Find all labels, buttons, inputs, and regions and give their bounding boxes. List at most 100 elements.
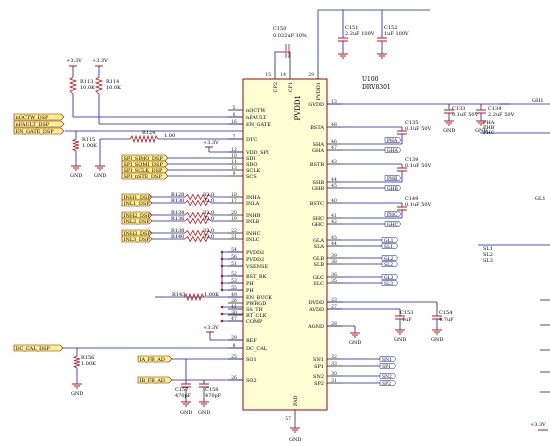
netlabel-inl3-dsp[interactable]: INL3_DSP — [121, 235, 153, 243]
far-right-gl1: GL1 — [535, 196, 546, 202]
c154-value: 4.7uF — [439, 317, 454, 323]
pin-left-num-12: 19 — [231, 216, 237, 222]
net-sl2-text: SL2 — [384, 262, 393, 268]
c149-value: 0.1uF 50V — [405, 202, 432, 208]
gnd-r156-label: GND — [71, 391, 83, 397]
pin-left-num-13: 22 — [231, 228, 237, 234]
pin-bottom-num-0: 57 — [285, 416, 291, 422]
r-pwm-1-ref: R130 — [171, 198, 184, 204]
c154-ref: C154 — [439, 310, 452, 316]
pin-right-num-13: 38 — [331, 259, 337, 265]
gnd-agnd-label: GND — [349, 340, 361, 346]
pin-left-name-10: INLA — [246, 201, 260, 207]
pin-top-num-2: 29 — [308, 72, 314, 78]
schematic-canvas: PVDD1 U100 DRV8301 5 nOCTW6 nFAULT16 EN_GAT… — [0, 0, 550, 446]
net-gl2-text: GL2 — [384, 256, 394, 262]
r143-ref: R143 — [172, 292, 185, 298]
pin-right-num-5: 44 — [331, 177, 337, 183]
pin-left-name-20: PH — [246, 288, 254, 294]
pin-right-name-13: SLB — [314, 262, 325, 268]
pin-left-name-14: INLC — [246, 237, 260, 243]
pin-right-num-22: 31 — [331, 378, 337, 384]
pin-left-name-0: nOCTW — [246, 108, 266, 114]
pin-left-num-11: 20 — [231, 210, 237, 216]
pin-left-name-27: DC_CAL — [246, 346, 268, 352]
vcc-r113-label: +3.3V — [66, 58, 82, 64]
pin-top-name-0: CP2 — [273, 82, 279, 92]
pin-left-num-8: 9 — [233, 171, 236, 177]
gnd-c158-label: GND — [198, 410, 210, 416]
net-ghb-text: GHB — [387, 186, 399, 192]
r115-value: 1.00K — [82, 143, 97, 149]
pin-right-name-15: SLC — [313, 281, 324, 287]
netlabel-dc-cal-dsp[interactable]: DC_CAL_DSP — [13, 344, 64, 352]
netlabel-nfault-dsp-text: nFAULT_DSP — [16, 122, 50, 128]
netlabel-noctw-dsp-text: nOCTW_DSP — [16, 115, 50, 121]
pin-right-name-6: GHB — [312, 186, 324, 192]
pin-right-name-1: BSTA — [310, 125, 324, 131]
pin-right-num-19: 32 — [331, 354, 337, 360]
c153-ref: C153 — [400, 310, 413, 316]
netlabel-nfault-dsp[interactable]: nFAULT_DSP — [13, 120, 65, 128]
chip-title: PVDD1 — [294, 95, 302, 120]
net-sl3-text: SL3 — [384, 281, 393, 287]
gnd-c133-label: GND — [443, 128, 455, 134]
pin-right-name-21: SN2 — [313, 374, 324, 380]
pin-right-num-21: 30 — [331, 371, 337, 377]
netlabel-inl2-dsp[interactable]: INL2_DSP — [121, 217, 153, 225]
netlabel-inl1-dsp[interactable]: INL1_DSP — [121, 199, 153, 207]
pin-right-num-3: 47 — [331, 145, 337, 151]
pin-top-name-1: CP1 — [288, 82, 294, 92]
netlabel-en-gate-dsp[interactable]: EN_GATE_DSP — [13, 127, 65, 135]
vcc-r114-label: +3.3V — [92, 58, 108, 64]
pin-left-name-15: PVDD2 — [246, 250, 264, 256]
pin-left-num-6: 11 — [231, 159, 237, 165]
c139-value: 0.1uF 50V — [405, 163, 432, 169]
pin-bottom-name-0: PAD — [293, 395, 299, 406]
net-gha-text: GHA — [387, 148, 399, 154]
pwm-inputs: INH1_DSP R128 33.0INL1_DSP R130 33.0INH2_DSP… — [121, 192, 228, 243]
netlabel-noctw-dsp[interactable]: nOCTW_DSP — [13, 113, 65, 121]
pin-right-name-18: AGND — [307, 324, 324, 330]
pin-right-name-17: AVDD — [308, 307, 324, 313]
pin-left-num-22: 26 — [231, 298, 237, 304]
netlabel-dc-cal-dsp-text: DC_CAL_DSP — [16, 346, 51, 352]
pin-left-num-10: 17 — [231, 198, 237, 204]
pin-right-num-8: 41 — [331, 213, 337, 219]
netlabel-spi-nste-dsp[interactable]: SPI_nSTE_DSP — [121, 172, 169, 180]
pin-right-name-20: SP1 — [314, 364, 324, 370]
net-phb-text: PHB — [387, 176, 398, 182]
pin-left-name-8: SCS — [246, 174, 257, 180]
netlabel-inl3-dsp-text: INL3_DSP — [124, 237, 151, 243]
gnd-c153-label: GND — [394, 337, 406, 343]
netlabel-spi-nste-dsp-text: SPI_nSTE_DSP — [124, 174, 163, 180]
pin-left-name-26: REF — [246, 338, 257, 344]
netlabel-ia-fb-ad-text: IA_FB_AD — [140, 357, 165, 363]
pin-left-name-3: DTC — [246, 137, 257, 143]
chip-part-number: DRV8301 — [362, 84, 391, 91]
netlabel-ib-fb-ad[interactable]: IB_FB_AD — [137, 376, 173, 384]
pin-left-name-17: VSENSE — [245, 264, 268, 270]
r143-value: 1.00K — [204, 292, 219, 298]
c150-value: 0.022uF 10% — [273, 33, 307, 39]
pin-left-num-14: 21 — [231, 234, 237, 240]
gnd-c154-label: GND — [431, 337, 443, 343]
pin-right-name-4: BSTB — [310, 162, 324, 168]
r124-value: 1.00 — [164, 133, 175, 139]
pin-top-name-2: PVDD1 — [316, 82, 322, 100]
pin-right-num-1: 48 — [331, 122, 337, 128]
gnd-r115-label: GND — [70, 173, 82, 179]
pin-right-name-7: BSTC — [310, 201, 324, 207]
pin-top-num-0: 15 — [265, 72, 271, 78]
net-sl1-text: SL1 — [384, 244, 393, 250]
pin-left-name-29: SO2 — [246, 378, 257, 384]
gnd-r124-label: GND — [94, 173, 106, 179]
pin-right-num-9: 42 — [331, 219, 337, 225]
far-right-phc: PHC — [483, 130, 495, 136]
netlabel-ia-fb-ad[interactable]: IA_FB_AD — [137, 355, 173, 363]
netlabel-inl1-dsp-text: INL1_DSP — [124, 201, 151, 207]
pin-left-num-9: 18 — [231, 192, 237, 198]
pin-right-num-15: 35 — [331, 278, 337, 284]
pin-right-num-11: 44 — [331, 241, 337, 247]
pin-right-name-19: SN1 — [313, 357, 324, 363]
